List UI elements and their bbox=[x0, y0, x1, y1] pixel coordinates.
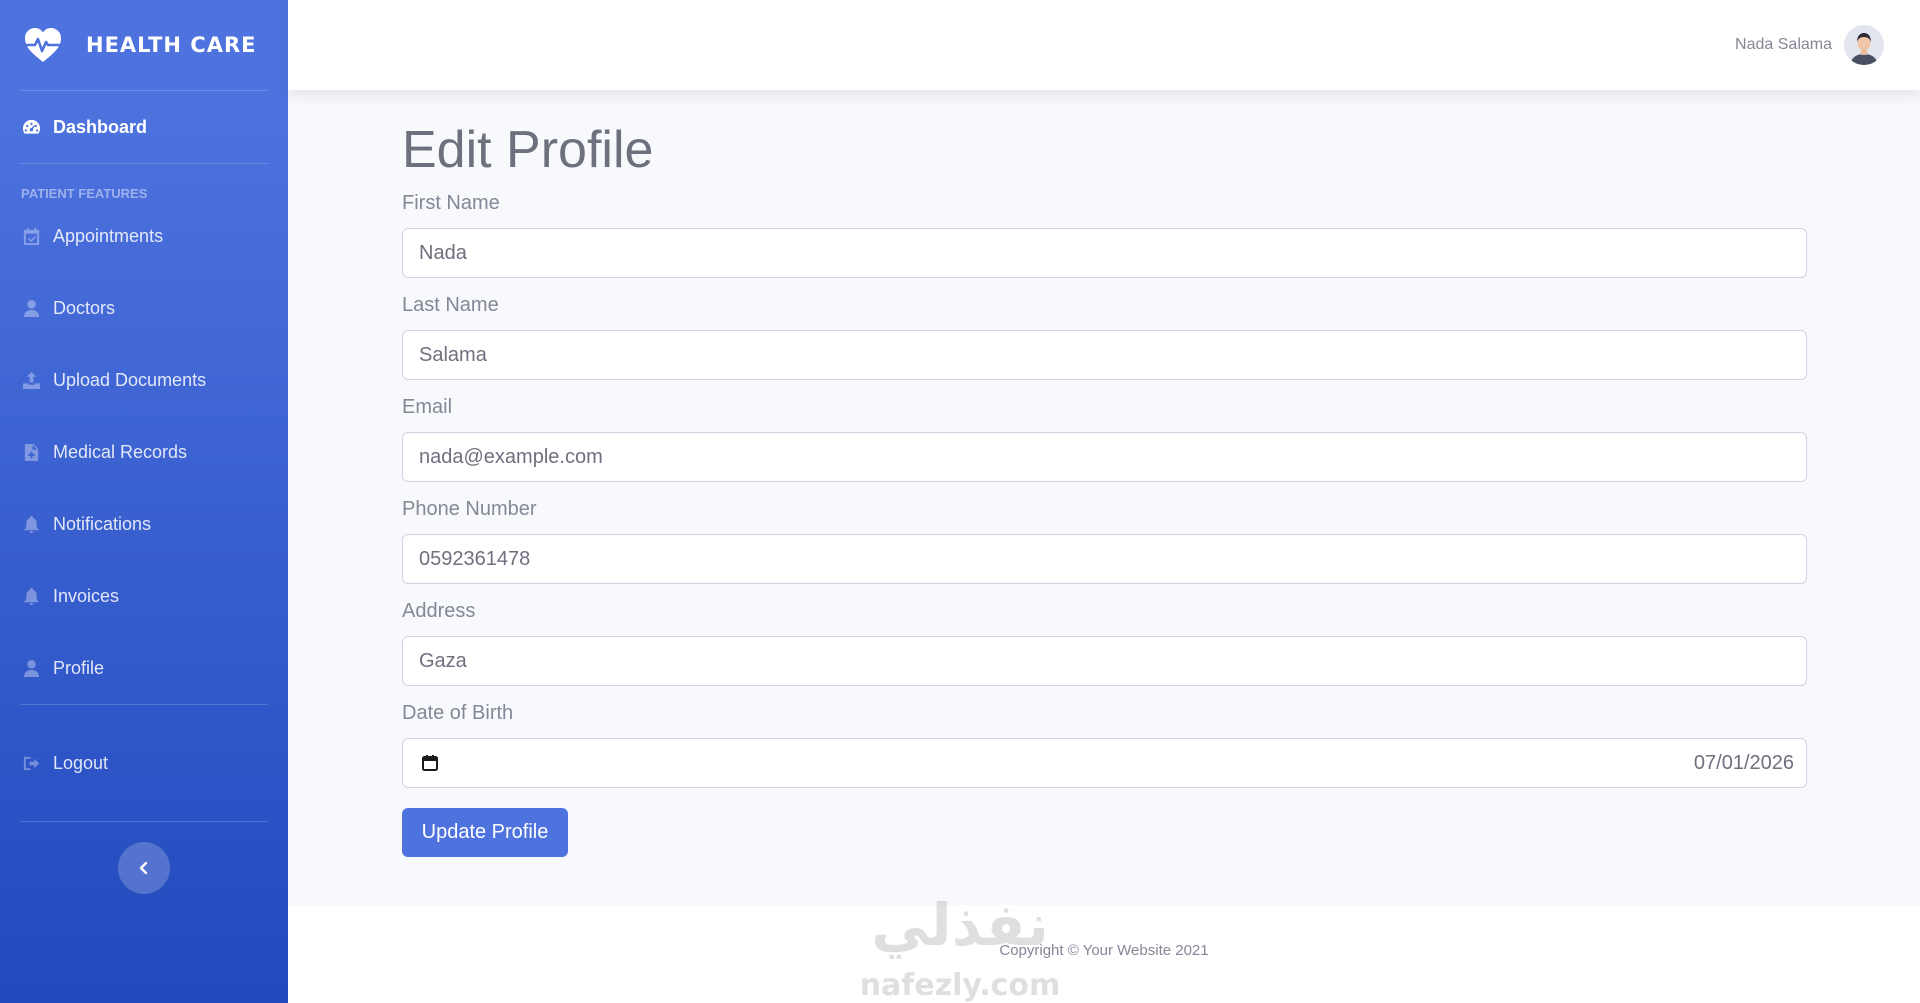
sidebar-item-label: Medical Records bbox=[53, 441, 188, 462]
sidebar-heading: PATIENT FEATURES bbox=[21, 186, 148, 201]
sidebar-item-label: Dashboard bbox=[53, 116, 148, 137]
sidebar-item-logout[interactable]: Logout bbox=[0, 705, 288, 821]
form-group-address: Address Gaza bbox=[402, 598, 1807, 686]
calendar-check-icon bbox=[21, 226, 41, 246]
form-group-email: Email nada@example.com bbox=[402, 394, 1807, 482]
first-name-label: First Name bbox=[402, 192, 500, 214]
form-group-phone: Phone Number 0592361478 bbox=[402, 496, 1807, 584]
phone-input[interactable]: 0592361478 bbox=[402, 534, 1807, 584]
sidebar-item-label: Doctors bbox=[53, 297, 116, 318]
sign-out-icon bbox=[21, 753, 41, 773]
update-profile-button[interactable]: Update Profile bbox=[402, 808, 568, 857]
bell-icon bbox=[21, 514, 41, 534]
tachometer-icon bbox=[21, 117, 41, 137]
address-input[interactable]: Gaza bbox=[402, 636, 1807, 686]
sidebar-item-label: Logout bbox=[53, 752, 109, 773]
form-group-first-name: First Name Nada bbox=[402, 190, 1807, 278]
sidebar-item-doctors[interactable]: Doctors bbox=[0, 272, 288, 344]
calendar-icon[interactable] bbox=[421, 754, 439, 772]
sidebar-item-dashboard[interactable]: Dashboard bbox=[0, 91, 288, 163]
sidebar-item-upload-documents[interactable]: Upload Documents bbox=[0, 344, 288, 416]
form-group-last-name: Last Name Salama bbox=[402, 292, 1807, 380]
sidebar-item-invoices[interactable]: Invoices bbox=[0, 560, 288, 632]
sidebar-item-label: Profile bbox=[53, 657, 105, 678]
user-name[interactable]: Nada Salama bbox=[1735, 36, 1832, 54]
dob-input[interactable]: 07/01/2026 bbox=[402, 738, 1807, 788]
sidebar-item-profile[interactable]: Profile bbox=[0, 632, 288, 704]
phone-label: Phone Number bbox=[402, 498, 537, 520]
brand-name: HEALTH CARE bbox=[86, 33, 257, 57]
sidebar-toggle-wrap bbox=[0, 822, 288, 894]
address-label: Address bbox=[402, 600, 476, 622]
sidebar-item-label: Invoices bbox=[53, 585, 120, 606]
avatar[interactable] bbox=[1844, 25, 1884, 65]
form-group-dob: Date of Birth 07/01/2026 bbox=[402, 700, 1807, 788]
topbar: Nada Salama bbox=[288, 0, 1920, 90]
chevron-left-icon bbox=[139, 861, 148, 875]
sidebar-item-label: Notifications bbox=[53, 513, 152, 534]
heartbeat-icon bbox=[25, 28, 61, 62]
last-name-input[interactable]: Salama bbox=[402, 330, 1807, 380]
sidebar-item-notifications[interactable]: Notifications bbox=[0, 488, 288, 560]
sidebar-item-medical-records[interactable]: Medical Records bbox=[0, 416, 288, 488]
page-title: Edit Profile bbox=[402, 121, 654, 179]
email-input[interactable]: nada@example.com bbox=[402, 432, 1807, 482]
first-name-input[interactable]: Nada bbox=[402, 228, 1807, 278]
dob-label: Date of Birth bbox=[402, 702, 514, 724]
user-md-icon bbox=[21, 298, 41, 318]
sidebar-toggle-button[interactable] bbox=[118, 842, 170, 894]
footer: Copyright © Your Website 2021 bbox=[288, 905, 1920, 1003]
sidebar: HEALTH CARE Dashboard PATIENT FEATURES A… bbox=[0, 0, 288, 1003]
user-icon bbox=[21, 658, 41, 678]
dob-value: 07/01/2026 bbox=[1693, 751, 1794, 774]
copyright-text: Copyright © Your Website 2021 bbox=[999, 941, 1209, 959]
email-label: Email bbox=[402, 396, 453, 418]
bell-icon bbox=[21, 586, 41, 606]
last-name-label: Last Name bbox=[402, 294, 499, 316]
sidebar-item-label: Appointments bbox=[53, 225, 164, 246]
file-medical-icon bbox=[21, 442, 41, 462]
main-content: Edit Profile First Name Nada Last Name S… bbox=[402, 90, 1807, 857]
upload-icon bbox=[21, 370, 41, 390]
brand[interactable]: HEALTH CARE bbox=[0, 0, 288, 90]
sidebar-item-label: Upload Documents bbox=[53, 369, 207, 390]
sidebar-item-appointments[interactable]: Appointments bbox=[0, 200, 288, 272]
